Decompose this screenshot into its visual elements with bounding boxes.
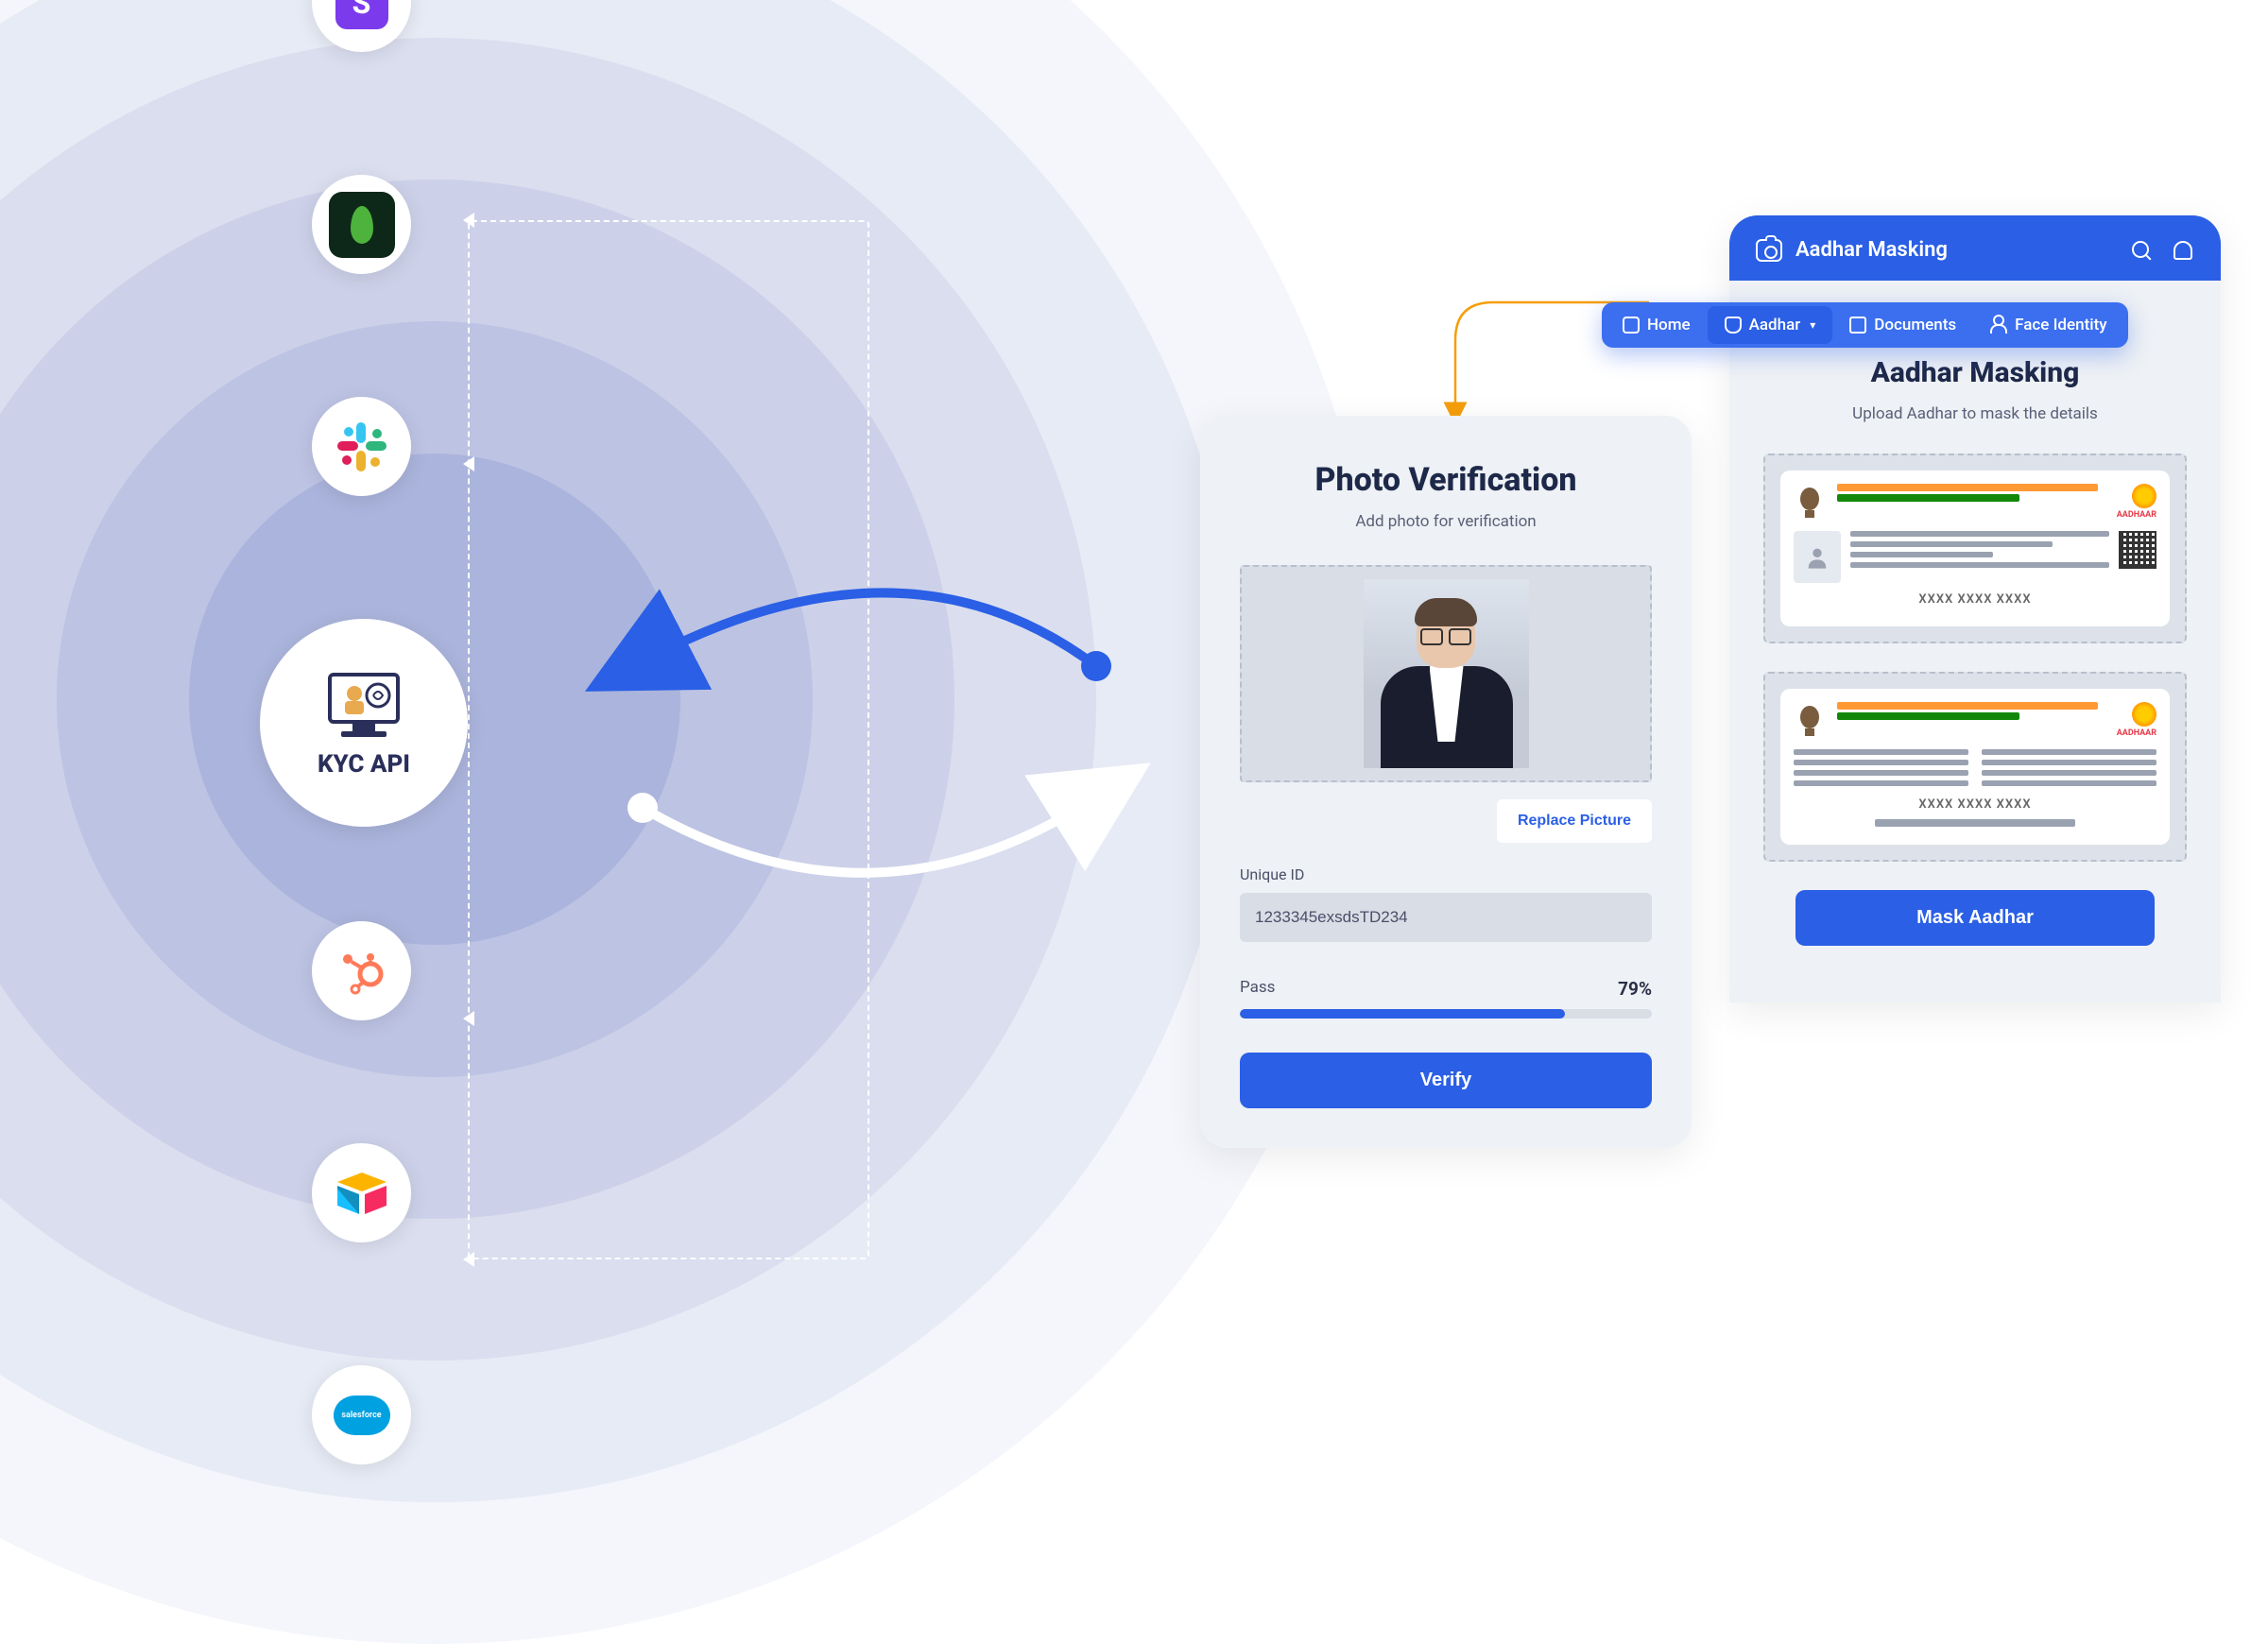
home-icon — [1623, 317, 1640, 334]
replace-picture-button[interactable]: Replace Picture — [1497, 799, 1652, 843]
unique-id-input[interactable] — [1240, 893, 1652, 942]
integration-stripe-icon: S — [312, 0, 411, 52]
aadhar-number-masked: XXXX XXXX XXXX — [1794, 797, 2156, 812]
masked-text-lines — [1850, 531, 2109, 583]
uploaded-photo — [1364, 579, 1529, 768]
aadhar-body-title: Aadhar Masking — [1763, 356, 2187, 389]
aadhar-photo-placeholder — [1794, 531, 1841, 583]
bell-icon[interactable] — [2172, 239, 2194, 262]
verify-button[interactable]: Verify — [1240, 1053, 1652, 1108]
pass-percent: 79% — [1618, 978, 1652, 1000]
person-icon — [1990, 317, 2007, 334]
unique-id-label: Unique ID — [1240, 865, 1652, 883]
aadhar-back-preview: AADHAAR XXXX XXXX XXXX — [1780, 689, 2170, 845]
emblem-icon — [1794, 702, 1826, 740]
camera-icon — [1756, 239, 1782, 262]
document-icon — [1849, 317, 1866, 334]
search-icon[interactable] — [2130, 239, 2153, 262]
photo-verification-card: Photo Verification Add photo for verific… — [1200, 416, 1692, 1148]
masked-text-lines — [1794, 749, 2156, 786]
aadhaar-logo-icon: AADHAAR — [2109, 702, 2156, 738]
integrations-column: S KYC API — [312, 0, 468, 1587]
kyc-api-label: KYC API — [318, 750, 410, 779]
pv-title: Photo Verification — [1240, 461, 1652, 499]
pv-subtitle: Add photo for verification — [1240, 512, 1652, 531]
aadhar-back-upload-zone[interactable]: AADHAAR XXXX XXXX XXXX — [1763, 672, 2187, 862]
chevron-down-icon: ▾ — [1810, 318, 1815, 332]
photo-upload-zone[interactable] — [1240, 565, 1652, 782]
pass-label: Pass — [1240, 978, 1275, 1000]
tricolor-bars — [1837, 484, 2098, 502]
tab-face-identity[interactable]: Face Identity — [1973, 306, 2123, 344]
qr-code-icon — [2119, 531, 2156, 569]
pass-progress-bar — [1240, 1009, 1652, 1019]
mask-aadhar-button[interactable]: Mask Aadhar — [1796, 890, 2156, 946]
aadhar-tabs: Home Aadhar ▾ Documents Face Identity — [1602, 302, 2128, 348]
tab-documents[interactable]: Documents — [1832, 306, 1973, 344]
kyc-api-center-icon: KYC API — [260, 619, 468, 827]
shield-icon — [1725, 317, 1742, 334]
integration-mongo-icon — [312, 175, 411, 274]
aadhar-front-preview: AADHAAR XXXX XXXX XXXX — [1780, 471, 2170, 626]
aadhar-body-subtitle: Upload Aadhar to mask the details — [1763, 404, 2187, 423]
tab-aadhar[interactable]: Aadhar ▾ — [1708, 306, 1833, 344]
footer-bar — [1875, 819, 2074, 827]
tricolor-bars — [1837, 702, 2098, 720]
emblem-icon — [1794, 484, 1826, 522]
aadhaar-logo-icon: AADHAAR — [2109, 484, 2156, 520]
pass-progress-fill — [1240, 1009, 1565, 1019]
integration-hubspot-icon — [312, 921, 411, 1020]
integration-salesforce-icon: salesforce — [312, 1365, 411, 1464]
aadhar-masking-card: Aadhar Masking Home Aadhar ▾ Documents F… — [1729, 215, 2221, 1002]
aadhar-front-upload-zone[interactable]: AADHAAR XXXX XXXX XXXX — [1763, 454, 2187, 643]
aadhar-header: Aadhar Masking — [1729, 215, 2221, 281]
sync-arrows-icon — [567, 553, 1153, 893]
integration-slack-icon — [312, 397, 411, 496]
aadhar-header-title: Aadhar Masking — [1796, 238, 1948, 262]
aadhar-number-masked: XXXX XXXX XXXX — [1794, 592, 2156, 607]
tab-home[interactable]: Home — [1606, 306, 1708, 344]
integration-airtable-icon — [312, 1143, 411, 1242]
